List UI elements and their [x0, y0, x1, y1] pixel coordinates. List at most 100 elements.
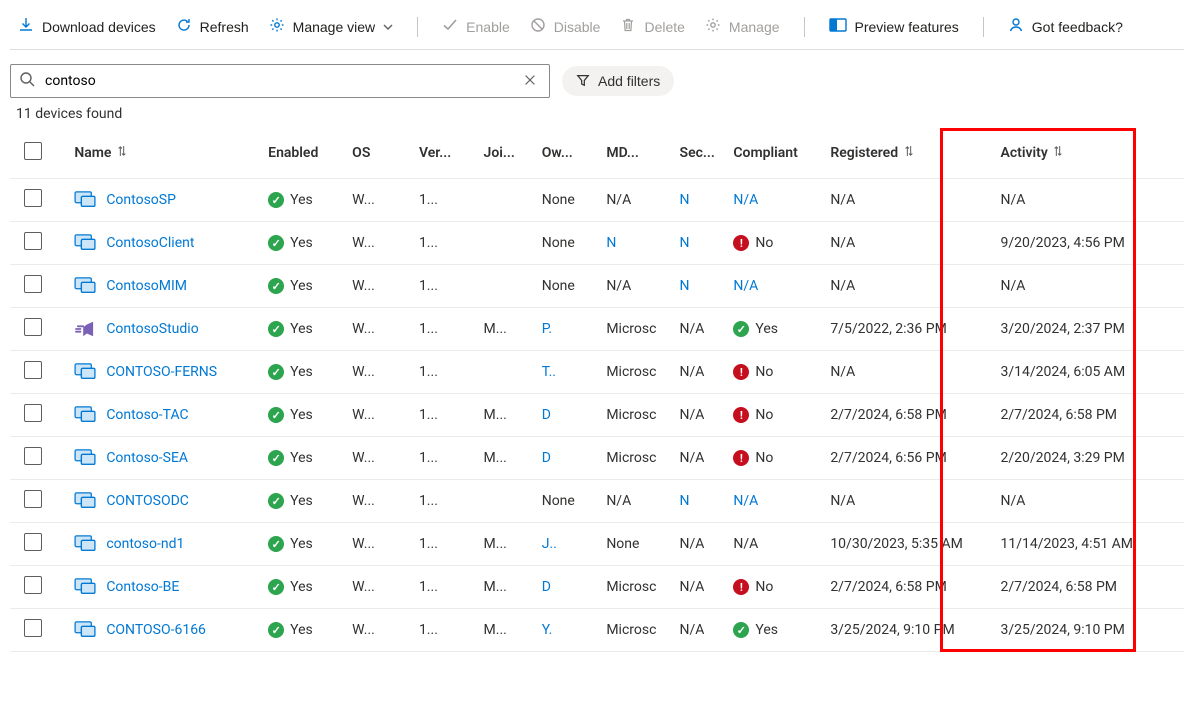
device-name-link[interactable]: ContosoSP	[106, 192, 176, 208]
row-checkbox-cell[interactable]	[10, 308, 70, 351]
cell-os: W...	[348, 222, 415, 265]
cell-enabled: ✓Yes	[264, 265, 348, 308]
device-name-link[interactable]: CONTOSODC	[106, 493, 189, 509]
owner-link[interactable]: T..	[542, 364, 556, 380]
ver-value: 1...	[419, 536, 438, 552]
col-name[interactable]: Name	[70, 128, 264, 179]
device-name-link[interactable]: ContosoClient	[106, 235, 194, 251]
mdm-link[interactable]: N	[606, 235, 616, 251]
table-row[interactable]: Contoso-BE✓YesW...1...M...DMicroscN/A!No…	[10, 566, 1184, 609]
table-row[interactable]: CONTOSO-FERNS✓YesW...1...T..MicroscN/A!N…	[10, 351, 1184, 394]
cell-registered: 2/7/2024, 6:56 PM	[826, 437, 996, 480]
row-checkbox-cell[interactable]	[10, 394, 70, 437]
download-devices-button[interactable]: Download devices	[10, 12, 164, 42]
device-name-link[interactable]: CONTOSO-6166	[106, 622, 206, 638]
col-compliant[interactable]: Compliant	[729, 128, 826, 179]
search-box[interactable]	[10, 64, 550, 98]
refresh-button[interactable]: Refresh	[168, 12, 257, 42]
col-mdm[interactable]: MD...	[602, 128, 675, 179]
cell-registered: N/A	[826, 480, 996, 523]
owner-link[interactable]: D	[542, 450, 551, 466]
device-name-link[interactable]: ContosoMIM	[106, 278, 187, 294]
compliant-link[interactable]: N/A	[733, 493, 758, 509]
activity-value: N/A	[1000, 493, 1025, 509]
feedback-button[interactable]: Got feedback?	[1000, 12, 1131, 42]
device-name-link[interactable]: contoso-nd1	[106, 536, 184, 552]
device-name-link[interactable]: CONTOSO-FERNS	[106, 364, 217, 380]
registered-value: N/A	[830, 364, 855, 380]
table-row[interactable]: ContosoStudio✓YesW...1...M...P.MicroscN/…	[10, 308, 1184, 351]
security-link[interactable]: N	[680, 235, 690, 251]
row-checkbox-cell[interactable]	[10, 179, 70, 222]
cell-ver: 1...	[415, 523, 480, 566]
mdm-value: Microsc	[606, 622, 656, 638]
table-row[interactable]: contoso-nd1✓YesW...1...M...J..NoneN/AN/A…	[10, 523, 1184, 566]
owner-link[interactable]: P.	[542, 321, 552, 337]
search-input[interactable]	[43, 72, 511, 90]
col-security[interactable]: Sec...	[676, 128, 730, 179]
table-row[interactable]: Contoso-TAC✓YesW...1...M...DMicroscN/A!N…	[10, 394, 1184, 437]
search-icon	[19, 71, 35, 91]
device-name-link[interactable]: ContosoStudio	[106, 321, 198, 337]
col-select-all[interactable]	[10, 128, 70, 179]
device-name-link[interactable]: Contoso-SEA	[106, 450, 188, 466]
table-row[interactable]: ContosoClient✓YesW...1...NoneNN!NoN/A9/2…	[10, 222, 1184, 265]
row-checkbox-cell[interactable]	[10, 222, 70, 265]
checkbox-icon	[24, 142, 42, 160]
owner-link[interactable]: J..	[542, 536, 557, 552]
add-filters-button[interactable]: Add filters	[562, 66, 674, 96]
enabled-value: Yes	[290, 407, 313, 423]
owner-link[interactable]: Y.	[542, 622, 553, 638]
security-link[interactable]: N	[680, 278, 690, 294]
clear-search-button[interactable]	[519, 69, 541, 94]
enabled-value: Yes	[290, 450, 313, 466]
compliant-link[interactable]: N/A	[733, 192, 758, 208]
device-icon	[74, 535, 96, 553]
os-value: W...	[352, 622, 375, 638]
col-registered[interactable]: Registered	[826, 128, 996, 179]
cell-compliant: N/A	[729, 480, 826, 523]
owner-link[interactable]: D	[542, 407, 551, 423]
table-row[interactable]: Contoso-SEA✓YesW...1...M...DMicroscN/A!N…	[10, 437, 1184, 480]
table-row[interactable]: ContosoMIM✓YesW...1...NoneN/ANN/AN/AN/A	[10, 265, 1184, 308]
cell-name: Contoso-BE	[70, 566, 264, 609]
table-row[interactable]: CONTOSODC✓YesW...1...NoneN/ANN/AN/AN/A	[10, 480, 1184, 523]
os-value: W...	[352, 192, 375, 208]
col-version[interactable]: Ver...	[415, 128, 480, 179]
owner-link[interactable]: D	[542, 579, 551, 595]
col-activity[interactable]: Activity	[996, 128, 1184, 179]
col-join[interactable]: Joi...	[480, 128, 538, 179]
col-enabled[interactable]: Enabled	[264, 128, 348, 179]
status-error-icon: !	[733, 235, 749, 251]
compliant-link[interactable]: N/A	[733, 278, 758, 294]
row-checkbox-cell[interactable]	[10, 566, 70, 609]
results-count: 11 devices found	[16, 106, 1184, 122]
separator	[983, 17, 984, 37]
checkbox-icon	[24, 318, 42, 336]
separator	[804, 17, 805, 37]
person-question-icon	[1008, 17, 1024, 36]
device-name-link[interactable]: Contoso-TAC	[106, 407, 188, 423]
row-checkbox-cell[interactable]	[10, 351, 70, 394]
row-checkbox-cell[interactable]	[10, 609, 70, 652]
manage-view-button[interactable]: Manage view	[261, 12, 402, 42]
cell-registered: 10/30/2023, 5:35 AM	[826, 523, 996, 566]
col-owner[interactable]: Ow...	[538, 128, 603, 179]
col-os[interactable]: OS	[348, 128, 415, 179]
refresh-icon	[176, 17, 192, 36]
registered-value: 3/25/2024, 9:10 PM	[830, 622, 954, 638]
device-name-link[interactable]: Contoso-BE	[106, 579, 179, 595]
filter-icon	[576, 73, 590, 90]
checkbox-icon	[24, 189, 42, 207]
row-checkbox-cell[interactable]	[10, 437, 70, 480]
cell-name: ContosoMIM	[70, 265, 264, 308]
row-checkbox-cell[interactable]	[10, 265, 70, 308]
preview-features-button[interactable]: Preview features	[821, 12, 967, 42]
row-checkbox-cell[interactable]	[10, 523, 70, 566]
sort-icon	[117, 146, 127, 160]
table-row[interactable]: ContosoSP✓YesW...1...NoneN/ANN/AN/AN/A	[10, 179, 1184, 222]
security-link[interactable]: N	[680, 493, 690, 509]
security-link[interactable]: N	[680, 192, 690, 208]
row-checkbox-cell[interactable]	[10, 480, 70, 523]
table-row[interactable]: CONTOSO-6166✓YesW...1...M...Y.MicroscN/A…	[10, 609, 1184, 652]
